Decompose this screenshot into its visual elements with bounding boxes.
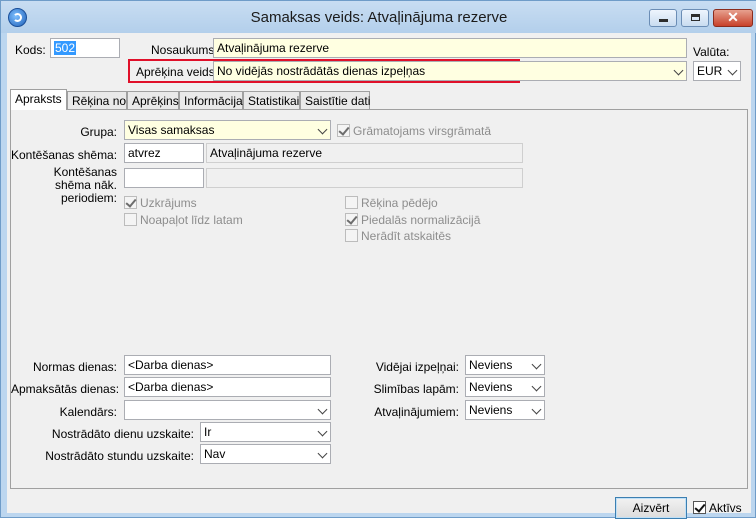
tab-rekina-no[interactable]: Rēķina no [67,91,127,109]
grupa-label: Grupa: [80,125,117,139]
title-bar[interactable]: Samaksas veids: Atvaļinājuma rezerve ✕ [1,1,756,33]
noapalot-checkbox[interactable] [124,213,137,226]
atvalinajumiem-label: Atvaļinājumiem: [374,405,459,419]
chevron-down-icon [531,359,542,370]
tab-apraksts[interactable]: Apraksts [10,89,67,110]
rekina-pedejo-checkbox[interactable] [345,196,358,209]
nostr-dienu-select[interactable]: Ir [200,422,331,442]
nostr-stundu-value: Nav [204,447,226,461]
gramatojams-checkbox[interactable] [337,124,350,137]
nostr-stundu-label: Nostrādāto stundu uzskaite: [45,449,194,463]
videjai-select[interactable]: Neviens [465,355,545,375]
minimize-button[interactable] [649,9,677,27]
chevron-down-icon [531,381,542,392]
apmaksatas-field[interactable]: <Darba dienas> [124,377,331,397]
aprekina-select[interactable]: No vidējās nostrādātās dienas izpeļņas [213,61,687,81]
chevron-down-icon [317,124,328,135]
kods-label: Kods: [15,43,46,57]
neradit-label: Nerādīt atskaitēs [361,229,452,243]
close-icon: ✕ [727,9,739,25]
valuta-select[interactable]: EUR [693,61,741,81]
chevron-down-icon [317,426,328,437]
nosaukums-field[interactable]: Atvaļinājuma rezerve [213,38,687,58]
tab-statistikai[interactable]: Statistikai [243,91,300,109]
close-button[interactable]: Aizvērt [615,497,687,519]
nosaukums-label: Nosaukums: [151,43,218,57]
videjai-label: Vidējai izpeļņai: [375,360,459,374]
nostr-dienu-label: Nostrādāto dienu uzskaite: [51,427,194,441]
maximize-button[interactable] [681,9,709,27]
uzkrajums-checkbox[interactable] [124,196,137,209]
tab-panel-apraksts: Grupa: Visas samaksas Grāmatojams virsgr… [10,109,748,489]
dialog-body: Kods: 502 Nosaukums: Atvaļinājuma rezerv… [7,33,751,519]
chevron-down-icon [673,65,684,76]
normas-field[interactable]: <Darba dienas> [124,355,331,375]
uzkrajums-label: Uzkrājums [140,196,197,210]
neradit-checkbox[interactable] [345,229,358,242]
atvalinajumiem-select[interactable]: Neviens [465,400,545,420]
kontes-next-name-field [206,168,523,188]
tab-aprekins[interactable]: Aprēķins [127,91,179,109]
gramatojams-label: Grāmatojams virsgrāmatā [353,124,492,138]
valuta-label: Valūta: [693,45,730,59]
chevron-down-icon [317,448,328,459]
nostr-dienu-value: Ir [204,425,212,439]
slimibas-value: Neviens [469,380,513,394]
slimibas-label: Slimības lapām: [373,382,459,396]
videjai-value: Neviens [469,358,513,372]
grupa-select[interactable]: Visas samaksas [124,120,331,140]
dialog-window: Samaksas veids: Atvaļinājuma rezerve ✕ K… [0,0,756,519]
tab-saistitie-dati[interactable]: Saistītie dati [300,91,370,109]
chevron-down-icon [531,404,542,415]
aprekina-value: No vidējās nostrādātās dienas izpeļņas [217,64,426,78]
tab-informacija[interactable]: Informācija [179,91,243,109]
valuta-value: EUR [697,64,723,78]
piedalas-label: Piedalās normalizācijā [361,213,481,227]
kalendars-select[interactable] [124,400,331,420]
aktivs-label: Aktīvs [709,501,742,515]
apmaksatas-label: Apmaksātās dienas: [11,382,120,396]
kods-value: 502 [54,41,77,55]
chevron-down-icon [727,65,738,76]
grupa-value: Visas samaksas [128,123,215,137]
slimibas-select[interactable]: Neviens [465,377,545,397]
nostr-stundu-select[interactable]: Nav [200,444,331,464]
close-window-button[interactable]: ✕ [713,9,753,27]
aprekina-label: Aprēķina veids: [136,65,219,79]
kods-field[interactable]: 502 [50,38,120,58]
chevron-down-icon [317,404,328,415]
kontes-label: Kontēšanas shēma: [11,148,118,162]
kontes-next-label-line3: periodiem: [60,191,117,205]
rekina-pedejo-label: Rēķina pēdējo [361,196,438,210]
kontes-next-code-field[interactable] [124,168,204,188]
aktivs-checkbox[interactable] [693,501,706,514]
kalendars-label: Kalendārs: [59,405,117,419]
kontes-code-field[interactable]: atvrez [124,143,204,163]
window-title: Samaksas veids: Atvaļinājuma rezerve [250,9,508,26]
normas-label: Normas dienas: [32,360,117,374]
atvalinajumiem-value: Neviens [469,403,513,417]
kontes-next-label: Kontēšanas shēma nāk. periodiem: [11,166,117,205]
kontes-name-field: Atvaļinājuma rezerve [206,143,523,163]
noapalot-label: Noapaļot līdz latam [140,213,243,227]
piedalas-checkbox[interactable] [345,213,358,226]
